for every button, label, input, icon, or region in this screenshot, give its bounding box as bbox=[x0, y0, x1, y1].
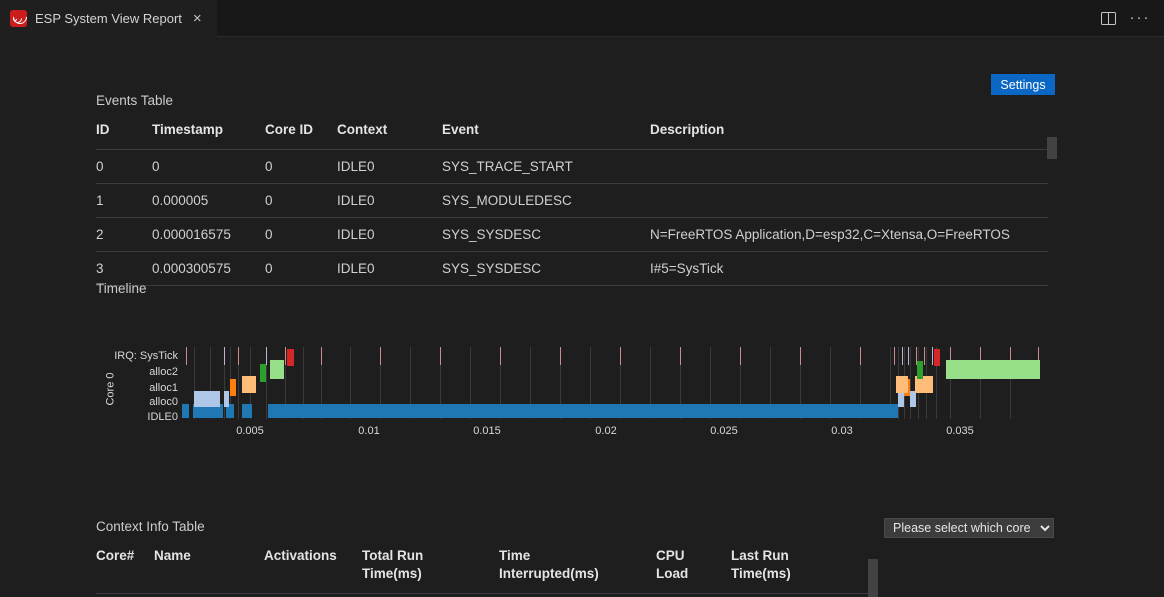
table-row[interactable]: 2 0.000016575 0 IDLE0 SYS_SYSDESC N=Free… bbox=[96, 218, 1048, 252]
cell-description: N=FreeRTOS Application,D=esp32,C=Xtensa,… bbox=[650, 218, 1048, 252]
cell-context: IDLE0 bbox=[337, 252, 442, 286]
context-table-section: Context Info Table Core# Name Activation… bbox=[96, 519, 868, 597]
report-page: Settings Events Table ID Timestamp Core … bbox=[0, 37, 1164, 597]
cell-core-id: 0 bbox=[265, 184, 337, 218]
events-table-section: Events Table ID Timestamp Core ID Contex… bbox=[96, 93, 1048, 286]
col-total-run-time: Total Run Time(ms) bbox=[362, 541, 499, 594]
cell-id: 0 bbox=[96, 150, 152, 184]
x-tick-3: 0.02 bbox=[595, 425, 616, 437]
cell-event: SYS_MODULEDESC bbox=[442, 184, 650, 218]
col-core-num: Core# bbox=[96, 541, 154, 594]
tab-title: ESP System View Report bbox=[35, 11, 182, 26]
x-tick-6: 0.035 bbox=[946, 425, 974, 437]
cell-description bbox=[650, 184, 1048, 218]
col-time-interrupted: Time Interrupted(ms) bbox=[499, 541, 656, 594]
y-label-irq: IRQ: SysTick bbox=[114, 350, 178, 362]
settings-button[interactable]: Settings bbox=[991, 74, 1055, 95]
context-table-scrollbar-thumb[interactable] bbox=[868, 559, 878, 597]
cell-context: IDLE0 bbox=[337, 150, 442, 184]
context-table-title: Context Info Table bbox=[96, 519, 868, 534]
cell-timestamp: 0.000005 bbox=[152, 184, 265, 218]
events-table-wrap: ID Timestamp Core ID Context Event Descr… bbox=[96, 115, 1048, 286]
events-table-header-row: ID Timestamp Core ID Context Event Descr… bbox=[96, 115, 1048, 150]
y-label-alloc2: alloc2 bbox=[149, 366, 178, 378]
split-editor-button[interactable] bbox=[1094, 4, 1122, 32]
col-name: Name bbox=[154, 541, 264, 594]
cell-event: SYS_SYSDESC bbox=[442, 218, 650, 252]
events-table-body: 0 0 0 IDLE0 SYS_TRACE_START 1 0.000005 0… bbox=[96, 150, 1048, 286]
events-table-scrollbar[interactable] bbox=[1047, 137, 1057, 209]
table-row[interactable]: 3 0.000300575 0 IDLE0 SYS_SYSDESC I#5=Sy… bbox=[96, 252, 1048, 286]
y-label-alloc0: alloc0 bbox=[149, 396, 178, 408]
x-tick-0: 0.005 bbox=[236, 425, 264, 437]
cell-timestamp: 0.000300575 bbox=[152, 252, 265, 286]
cell-id: 2 bbox=[96, 218, 152, 252]
col-activations: Activations bbox=[264, 541, 362, 594]
cell-core-id: 0 bbox=[265, 252, 337, 286]
cell-core-id: 0 bbox=[265, 218, 337, 252]
col-event: Event bbox=[442, 115, 650, 150]
table-row[interactable]: 0 0 0 IDLE0 SYS_TRACE_START bbox=[96, 150, 1048, 184]
cell-description: I#5=SysTick bbox=[650, 252, 1048, 286]
tab-bar-actions: ··· bbox=[1094, 0, 1164, 36]
y-label-alloc1: alloc1 bbox=[149, 382, 178, 394]
table-row[interactable]: 1 0.000005 0 IDLE0 SYS_MODULEDESC bbox=[96, 184, 1048, 218]
timeline-chart[interactable]: IRQ: SysTick alloc2 alloc1 alloc0 IDLE0 … bbox=[96, 303, 147, 433]
events-table: ID Timestamp Core ID Context Event Descr… bbox=[96, 115, 1048, 286]
timeline-plot: IRQ: SysTick alloc2 alloc1 alloc0 IDLE0 … bbox=[96, 347, 1040, 443]
cell-timestamp: 0.000016575 bbox=[152, 218, 265, 252]
cell-event: SYS_SYSDESC bbox=[442, 252, 650, 286]
col-description: Description bbox=[650, 115, 1048, 150]
core-select-dropdown[interactable]: Please select which core01 bbox=[884, 518, 1054, 538]
timeline-plot-area[interactable] bbox=[180, 347, 1040, 419]
x-tick-1: 0.01 bbox=[358, 425, 379, 437]
x-tick-4: 0.025 bbox=[710, 425, 738, 437]
cell-description bbox=[650, 150, 1048, 184]
events-table-title: Events Table bbox=[96, 93, 1048, 108]
tab-bar: ESP System View Report × ··· bbox=[0, 0, 1164, 37]
context-info-table: Core# Name Activations Total Run Time(ms… bbox=[96, 541, 868, 597]
col-cpu-load: CPU Load bbox=[656, 541, 731, 594]
close-icon[interactable]: × bbox=[190, 10, 205, 27]
events-table-scrollbar-thumb[interactable] bbox=[1047, 137, 1057, 159]
y-label-idle0: IDLE0 bbox=[147, 411, 178, 423]
cell-context: IDLE0 bbox=[337, 184, 442, 218]
context-table-scrollbar[interactable] bbox=[868, 559, 878, 597]
col-id: ID bbox=[96, 115, 152, 150]
col-context: Context bbox=[337, 115, 442, 150]
context-table-wrap: Core# Name Activations Total Run Time(ms… bbox=[96, 541, 868, 597]
cell-context: IDLE0 bbox=[337, 218, 442, 252]
tab-esp-system-view-report[interactable]: ESP System View Report × bbox=[0, 0, 217, 36]
context-table-header-row: Core# Name Activations Total Run Time(ms… bbox=[96, 541, 868, 594]
more-actions-button[interactable]: ··· bbox=[1126, 4, 1154, 32]
col-last-run-time: Last Run Time(ms) bbox=[731, 541, 868, 594]
timeline-axis-label: Core 0 bbox=[105, 372, 117, 405]
cell-core-id: 0 bbox=[265, 150, 337, 184]
x-tick-5: 0.03 bbox=[831, 425, 852, 437]
split-editor-icon bbox=[1101, 12, 1116, 25]
cell-event: SYS_TRACE_START bbox=[442, 150, 650, 184]
col-core-id: Core ID bbox=[265, 115, 337, 150]
esp-logo-icon bbox=[10, 10, 27, 27]
timeline-section: Timeline IRQ: SysTick alloc2 alloc1 allo… bbox=[96, 281, 147, 433]
timeline-x-axis: 0.005 0.01 0.015 0.02 0.025 0.03 0.035 bbox=[180, 421, 1040, 441]
timeline-title: Timeline bbox=[96, 281, 147, 296]
col-timestamp: Timestamp bbox=[152, 115, 265, 150]
cell-id: 1 bbox=[96, 184, 152, 218]
ellipsis-icon: ··· bbox=[1130, 13, 1151, 23]
x-tick-2: 0.015 bbox=[473, 425, 501, 437]
cell-timestamp: 0 bbox=[152, 150, 265, 184]
